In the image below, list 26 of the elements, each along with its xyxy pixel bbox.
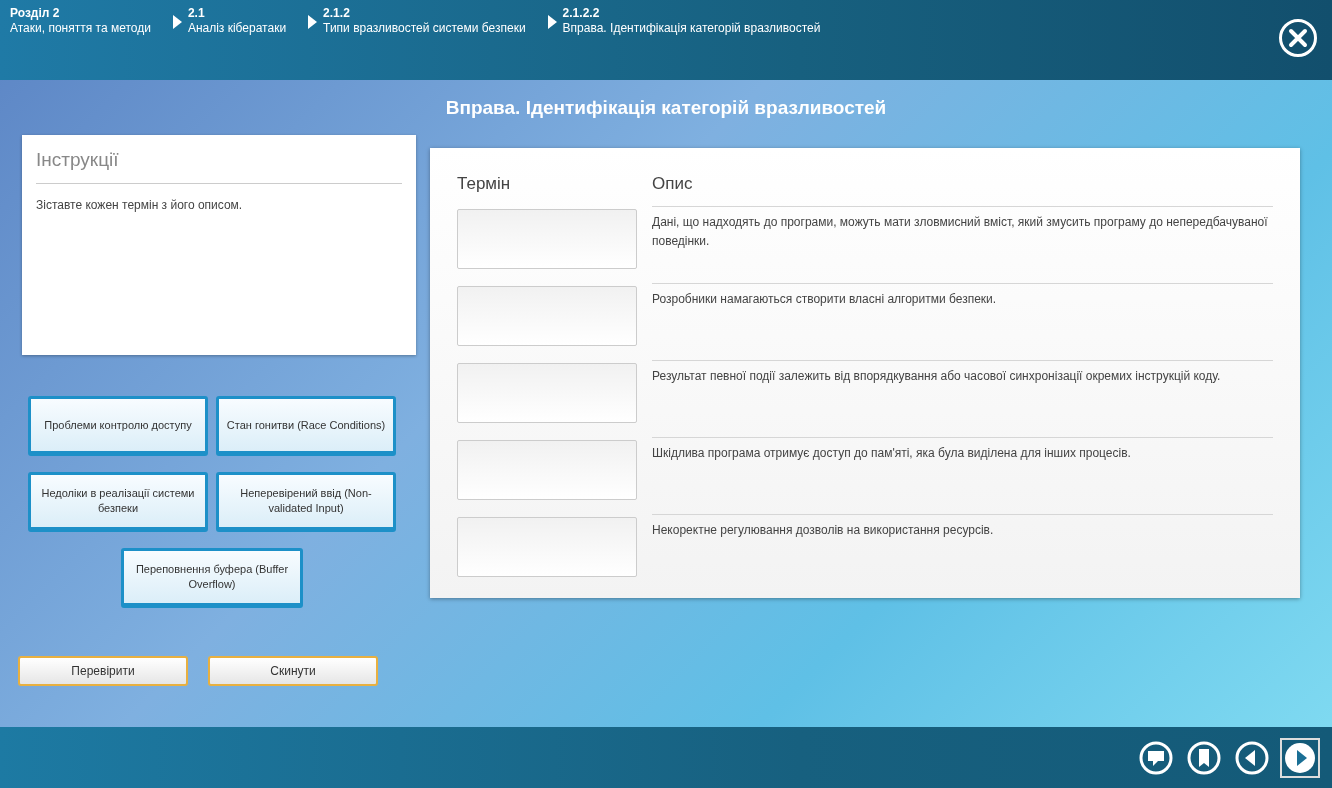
action-button[interactable]: Скинути [208, 656, 378, 686]
term-tile[interactable]: Стан гонитви (Race Conditions) [216, 396, 396, 456]
action-button[interactable]: Перевірити [18, 656, 188, 686]
term-tile[interactable]: Проблеми контролю доступу [28, 396, 208, 456]
breadcrumb-arrow-icon [547, 15, 557, 29]
close-button[interactable] [1278, 18, 1318, 58]
term-description: Розробники намагаються створити власні алгоритми безпеки. [652, 283, 1273, 309]
breadcrumb-link[interactable]: Розділ 2 Атаки, поняття та методи [10, 6, 151, 36]
breadcrumb-arrow-icon [308, 15, 318, 29]
term-tile[interactable]: Недоліки в реалізації системи безпеки [28, 472, 208, 532]
term-tile[interactable]: Переповнення буфера (Buffer Overflow) [121, 548, 303, 608]
term-description: Результат певної події залежить від впорядкування або часової синхронізації окремих інструкцій коду. [652, 360, 1273, 386]
next-arrow-button[interactable] [1280, 737, 1320, 778]
term-description: Дані, що надходять до програми, можуть мати зловмисний вміст, який змусить програму до непередбачуваної поведінки. [652, 206, 1273, 251]
column-header: Термін [457, 174, 512, 194]
page-title: Вправа. Ідентифікація категорій вразливостей [445, 96, 887, 119]
breadcrumb-link[interactable]: 2.1.2 Типи вразливостей системи безпеки [323, 6, 526, 36]
breadcrumb-link[interactable]: 2.1.2.2 Вправа. Ідентифікація категорій вразливостей [562, 6, 821, 36]
column-header: Опис [652, 174, 693, 194]
term-tile[interactable]: Неперевірений ввід (Non-validated Input) [216, 472, 396, 532]
term-description: Шкідлива програма отримує доступ до пам'яті, яка була виділена для інших процесів. [652, 437, 1273, 463]
breadcrumb-arrow-icon [172, 15, 182, 29]
breadcrumb-link[interactable]: 2.1 Аналіз кібератаки [187, 6, 287, 36]
instructions-text: Зіставте кожен термін з його описом. [36, 198, 244, 212]
term-description: Некоректне регулювання дозволів на використання ресурсів. [652, 514, 1273, 540]
instructions-heading: Інструкції [36, 149, 402, 184]
